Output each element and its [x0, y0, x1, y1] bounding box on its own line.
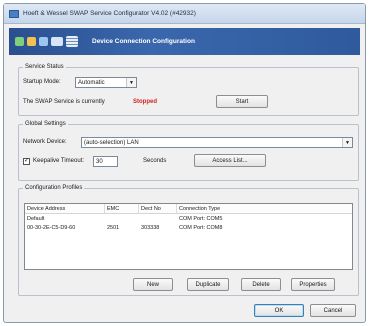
configurator-window: Hoeft & Wessel SWAP Service Configurator…	[3, 3, 366, 323]
banner-title: Device Connection Configuration	[92, 38, 195, 45]
properties-button[interactable]: Properties	[291, 278, 335, 291]
duplicate-button[interactable]: Duplicate	[187, 278, 229, 291]
column-device-address[interactable]: Device Address	[25, 204, 105, 213]
cancel-button[interactable]: Cancel	[310, 304, 356, 317]
keepalive-label: Keepalive Timeout:	[33, 158, 85, 164]
window-title: Hoeft & Wessel SWAP Service Configurator…	[23, 10, 196, 17]
network-device-label: Network Device:	[23, 139, 67, 145]
chevron-down-icon[interactable]: ▼	[126, 78, 136, 87]
table-row[interactable]: 00-30-2E-C5-D9-60 2501 303338 COM Port: …	[25, 225, 352, 233]
network-device-select[interactable]: (auto-selection) LAN ▼	[81, 137, 353, 148]
delete-button[interactable]: Delete	[241, 278, 281, 291]
startup-mode-value: Automatic	[78, 79, 105, 86]
startup-mode-select[interactable]: Automatic ▼	[75, 77, 137, 88]
seconds-label: Seconds	[143, 158, 167, 164]
app-icon	[9, 9, 19, 18]
service-status-group: Service Status Startup Mode: Automatic ▼…	[18, 64, 359, 116]
row-connection-type: COM Port: COM8	[179, 225, 223, 231]
banner-icons	[15, 36, 78, 47]
startup-mode-label: Startup Mode:	[23, 79, 61, 85]
network-device-value: (auto-selection) LAN	[84, 139, 139, 146]
start-button[interactable]: Start	[216, 95, 268, 108]
monitor-icon	[51, 37, 63, 46]
service-state-value: Stopped	[133, 99, 157, 105]
blue-device-icon	[39, 37, 48, 46]
service-status-legend: Service Status	[25, 64, 64, 70]
global-settings-legend: Global Settings	[25, 121, 66, 127]
row-dect-no: 303338	[141, 225, 160, 231]
new-button[interactable]: New	[133, 278, 173, 291]
yellow-device-icon	[27, 37, 36, 46]
network-list-icon	[66, 36, 78, 47]
chevron-down-icon[interactable]: ▼	[342, 138, 352, 147]
column-emc[interactable]: EMC	[105, 204, 139, 213]
global-settings-group: Global Settings Network Device: (auto-se…	[18, 121, 359, 181]
profiles-list[interactable]: Device Address EMC Dect No Connection Ty…	[24, 203, 353, 270]
keepalive-timeout-input[interactable]: 30	[93, 156, 118, 167]
column-dect-no[interactable]: Dect No	[139, 204, 177, 213]
configuration-profiles-legend: Configuration Profiles	[25, 185, 83, 191]
profiles-list-header: Device Address EMC Dect No Connection Ty…	[25, 204, 352, 214]
header-banner: Device Connection Configuration	[9, 28, 360, 55]
ok-button[interactable]: OK	[254, 304, 304, 317]
keepalive-checkbox[interactable]: ✓	[23, 158, 30, 165]
access-list-button[interactable]: Access List...	[194, 154, 266, 167]
row-device-address: Default	[27, 216, 45, 222]
service-state-label: The SWAP Service is currently	[23, 99, 105, 105]
row-connection-type: COM Port: COM5	[179, 216, 223, 222]
green-device-icon	[15, 37, 24, 46]
column-connection-type[interactable]: Connection Type	[177, 204, 353, 213]
title-bar[interactable]: Hoeft & Wessel SWAP Service Configurator…	[4, 4, 365, 24]
row-emc: 2501	[107, 225, 120, 231]
table-row[interactable]: Default COM Port: COM5	[25, 216, 352, 224]
configuration-profiles-group: Configuration Profiles Device Address EM…	[18, 185, 359, 296]
row-device-address: 00-30-2E-C5-D9-60	[27, 225, 76, 231]
